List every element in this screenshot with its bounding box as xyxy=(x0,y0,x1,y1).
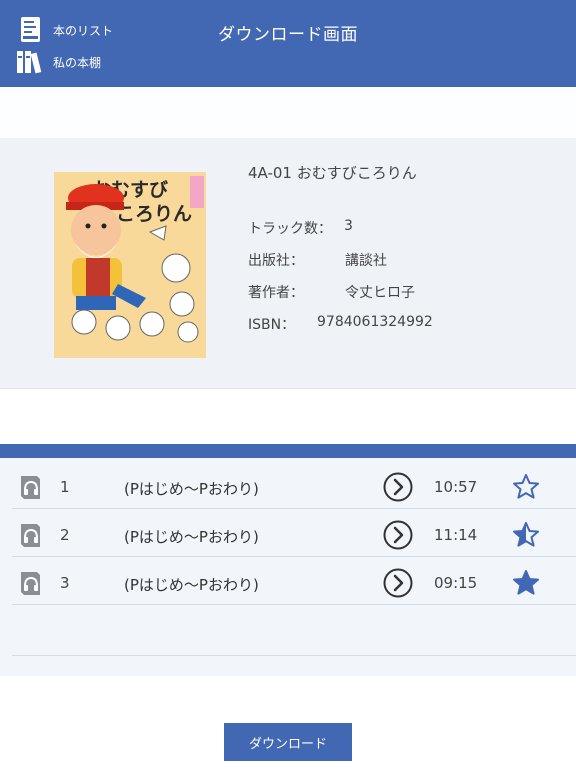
isbn-value: 9784061324992 xyxy=(317,314,433,330)
track-duration: 11:14 xyxy=(434,526,478,544)
track-count-label: トラック数： xyxy=(248,221,332,237)
star-empty-icon[interactable] xyxy=(512,473,540,501)
book-info-panel: おむすび ころりん 4A-01 おむすびころりん トラック数： 3 出版社： 講… xyxy=(0,138,576,389)
app-header: 本のリスト 私の本棚 ダウンロード画面 xyxy=(0,0,576,87)
track-duration: 09:15 xyxy=(434,574,478,592)
isbn-label: ISBN： xyxy=(248,317,296,333)
track-duration: 10:57 xyxy=(434,478,478,496)
star-full-icon[interactable] xyxy=(512,569,540,597)
track-row[interactable]: 1 (Pはじめ～Pおわり) 10:57 xyxy=(12,462,576,509)
download-button[interactable]: ダウンロード xyxy=(224,723,352,761)
track-count-value: 3 xyxy=(344,218,353,234)
sub-bar xyxy=(0,87,576,137)
section-divider xyxy=(0,444,576,458)
book-cover: おむすび ころりん xyxy=(54,172,206,358)
star-half-icon[interactable] xyxy=(512,521,540,549)
list-divider xyxy=(12,655,576,656)
publisher-label: 出版社： xyxy=(248,253,304,269)
track-title: (Pはじめ～Pおわり) xyxy=(124,528,259,546)
track-title: (Pはじめ～Pおわり) xyxy=(124,576,259,594)
track-number: 2 xyxy=(60,526,70,544)
track-row[interactable]: 3 (Pはじめ～Pおわり) 09:15 xyxy=(12,558,576,605)
nav-bookshelf[interactable]: 私の本棚 xyxy=(16,48,101,76)
author-value: 令丈ヒロ子 xyxy=(345,285,415,301)
play-icon[interactable] xyxy=(383,520,413,550)
audiobook-icon xyxy=(18,570,42,596)
nav-bookshelf-label: 私の本棚 xyxy=(53,55,102,70)
page-title: ダウンロード画面 xyxy=(218,25,358,45)
publisher-value: 講談社 xyxy=(345,253,387,269)
track-number: 3 xyxy=(60,574,70,592)
track-row[interactable]: 2 (Pはじめ～Pおわり) 11:14 xyxy=(12,510,576,557)
svg-text:ころりん: ころりん xyxy=(116,203,192,225)
play-icon[interactable] xyxy=(383,472,413,502)
play-icon[interactable] xyxy=(383,568,413,598)
track-title: (Pはじめ～Pおわり) xyxy=(124,480,259,498)
author-label: 著作者： xyxy=(248,285,304,301)
audiobook-icon xyxy=(18,522,42,548)
bookshelf-icon xyxy=(16,48,46,76)
audiobook-icon xyxy=(18,474,42,500)
track-number: 1 xyxy=(60,478,70,496)
book-title: 4A-01 おむすびころりん xyxy=(248,164,417,182)
